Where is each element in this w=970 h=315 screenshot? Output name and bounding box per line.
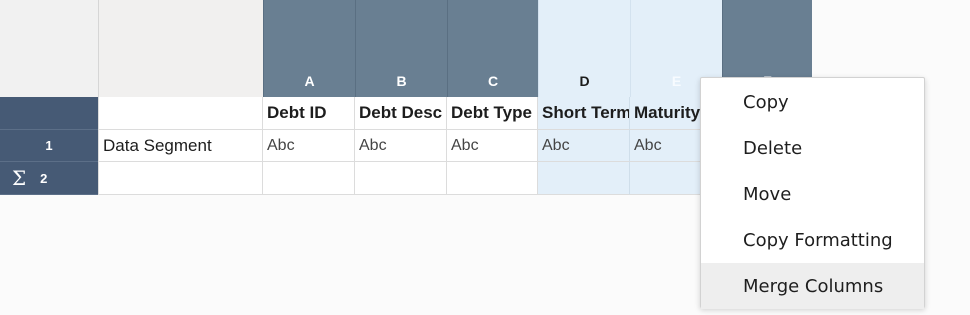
row-1-cell-a[interactable]: Abc [263, 130, 355, 162]
column-header-d[interactable]: D [538, 0, 630, 97]
row-2-cell-d[interactable] [538, 162, 630, 195]
menu-item-move[interactable]: Move [701, 172, 924, 218]
field-label-debt-id[interactable]: Debt ID [263, 97, 355, 130]
column-header-b[interactable]: B [355, 0, 447, 97]
menu-item-copy[interactable]: Copy [701, 80, 924, 126]
summary-sigma-icon: Σ [12, 166, 27, 190]
row-2-cell-b[interactable] [355, 162, 447, 195]
menu-item-merge-columns[interactable]: Merge Columns [701, 263, 924, 309]
row-1-cell-c[interactable]: Abc [447, 130, 538, 162]
menu-item-copy-formatting[interactable]: Copy Formatting [701, 217, 924, 263]
label-row-header [0, 97, 98, 130]
row-header-2[interactable]: Σ 2 [0, 162, 98, 195]
hidden-columns-header[interactable] [98, 0, 263, 97]
column-header-a[interactable]: A [263, 0, 355, 97]
column-context-menu: Copy Delete Move Copy Formatting Merge C… [700, 77, 925, 309]
field-label-short-term[interactable]: Short Term [538, 97, 630, 130]
field-label-debt-desc[interactable]: Debt Desc [355, 97, 447, 130]
row-1-cell-d[interactable]: Abc [538, 130, 630, 162]
row-2-cell-a[interactable] [263, 162, 355, 195]
corner-header [0, 0, 98, 97]
column-header-c[interactable]: C [447, 0, 538, 97]
menu-item-delete[interactable]: Delete [701, 126, 924, 172]
row-number-2: 2 [40, 170, 48, 186]
row-header-1[interactable]: 1 [0, 130, 98, 162]
label-row-name-cell[interactable] [98, 97, 263, 130]
row-1-cell-b[interactable]: Abc [355, 130, 447, 162]
row-2-cell-c[interactable] [447, 162, 538, 195]
row-1-name-cell[interactable]: Data Segment [98, 130, 263, 162]
field-label-debt-type[interactable]: Debt Type [447, 97, 538, 130]
row-2-name-cell[interactable] [98, 162, 263, 195]
